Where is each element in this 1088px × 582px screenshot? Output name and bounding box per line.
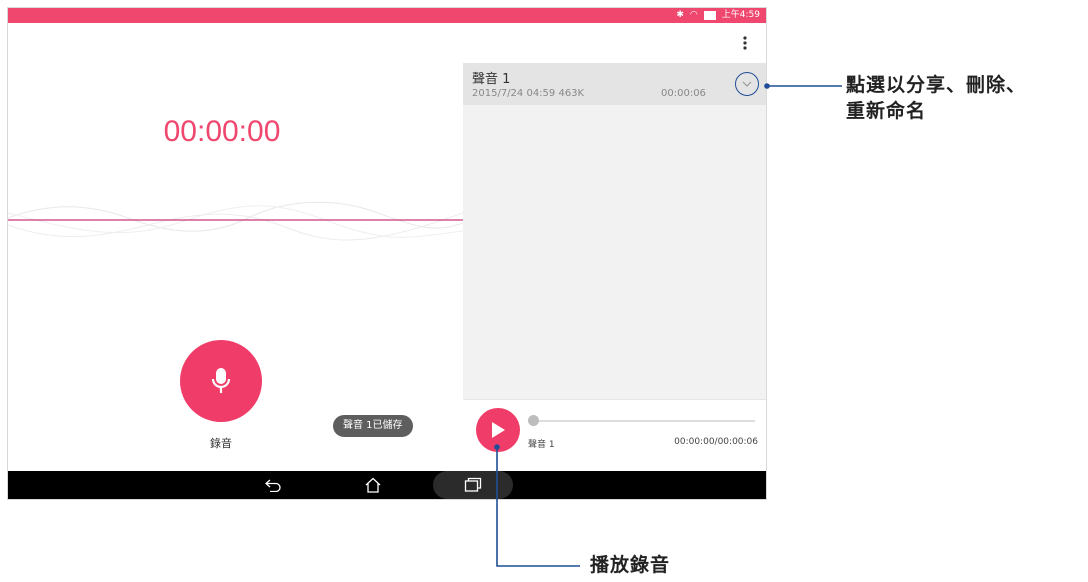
options-callout: 點選以分享、刪除、 重新命名	[846, 72, 1026, 124]
options-callout-line1: 點選以分享、刪除、	[846, 74, 1027, 96]
options-callout-line2: 重新命名	[846, 100, 927, 122]
play-callout: 播放錄音	[590, 554, 671, 576]
